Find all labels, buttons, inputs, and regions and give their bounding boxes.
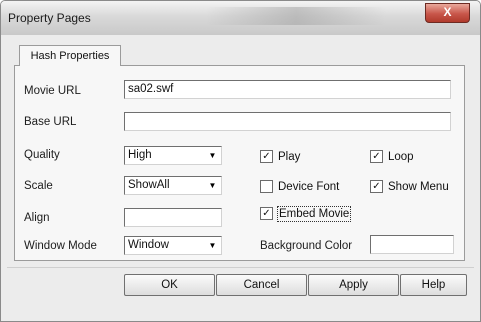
dropdown-arrow-icon[interactable]: ▼ [204, 237, 221, 254]
scale-label: Scale [24, 180, 53, 192]
title-bar[interactable]: Property Pages X [1, 1, 480, 35]
show-menu-label: Show Menu [388, 181, 449, 193]
close-button[interactable]: X [425, 3, 470, 23]
base-url-label: Base URL [24, 116, 77, 128]
loop-label: Loop [388, 151, 414, 163]
close-icon: X [443, 5, 452, 19]
hash-properties-panel: Movie URL sa02.swf Base URL Quality High… [14, 65, 465, 261]
cancel-button[interactable]: Cancel [216, 274, 307, 296]
window-mode-value: Window [128, 239, 169, 251]
title-bar-blur [206, 7, 386, 25]
background-color-input[interactable] [370, 235, 454, 254]
window-title: Property Pages [8, 11, 91, 25]
property-pages-window: Property Pages X Hash Properties Movie U… [0, 0, 481, 322]
align-label: Align [24, 212, 50, 224]
dropdown-arrow-icon[interactable]: ▼ [204, 177, 221, 194]
checkbox-empty-icon[interactable] [260, 180, 273, 193]
checkmark-icon[interactable]: ✓ [260, 207, 273, 220]
help-button[interactable]: Help [400, 274, 467, 296]
ok-button[interactable]: OK [124, 274, 215, 296]
background-color-label: Background Color [260, 240, 353, 252]
scale-value: ShowAll [128, 179, 170, 191]
scale-select[interactable]: ShowAll ▼ [124, 176, 222, 195]
window-mode-label: Window Mode [24, 240, 97, 252]
quality-value: High [128, 149, 152, 161]
dropdown-arrow-icon[interactable]: ▼ [204, 147, 221, 164]
align-input[interactable] [124, 208, 222, 227]
play-label: Play [278, 151, 301, 163]
embed-movie-label: Embed Movie [276, 206, 352, 222]
quality-select[interactable]: High ▼ [124, 146, 222, 165]
button-bar-divider [7, 267, 474, 268]
dialog-client-area: Hash Properties Movie URL sa02.swf Base … [7, 35, 474, 317]
base-url-input[interactable] [124, 112, 451, 131]
window-mode-select[interactable]: Window ▼ [124, 236, 222, 255]
checkmark-icon[interactable]: ✓ [370, 150, 383, 163]
device-font-label: Device Font [278, 181, 340, 193]
checkmark-icon[interactable]: ✓ [260, 150, 273, 163]
quality-label: Quality [24, 149, 60, 161]
tab-hash-properties[interactable]: Hash Properties [19, 45, 121, 66]
movie-url-label: Movie URL [24, 85, 81, 97]
checkmark-icon[interactable]: ✓ [370, 180, 383, 193]
apply-button[interactable]: Apply [308, 274, 399, 296]
movie-url-input[interactable]: sa02.swf [124, 80, 451, 99]
